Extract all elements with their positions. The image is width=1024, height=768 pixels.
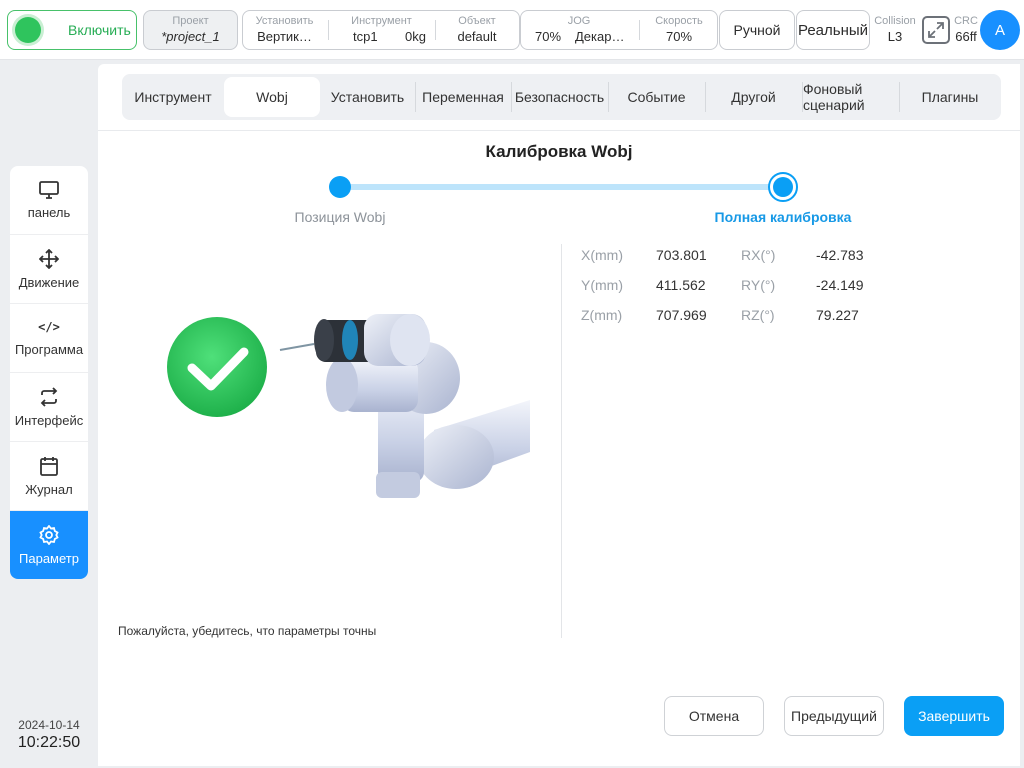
swap-icon — [40, 386, 58, 407]
gear-icon — [39, 525, 59, 545]
collision-indicator: Collision L3 — [872, 13, 918, 45]
settings-tabs-row: Инструмент Wobj Установить Переменная Бе… — [98, 64, 1020, 131]
tab-background-script[interactable]: Фоновый сценарий — [802, 74, 899, 120]
power-on-button[interactable]: Включить — [7, 10, 137, 50]
tab-other[interactable]: Другой — [705, 74, 802, 120]
config-group: Установить Вертик… Инструмент tcp1 0kg О… — [242, 10, 520, 50]
z-label: Z(mm) — [581, 307, 623, 323]
real-env-button[interactable]: Реальный — [796, 10, 870, 50]
tab-wobj[interactable]: Wobj — [224, 77, 320, 117]
object-value: default — [457, 29, 497, 44]
jog-caption: JOG — [567, 15, 591, 27]
hint-text: Пожалуйста, убедитесь, что параметры точ… — [118, 624, 377, 638]
crc-indicator: CRC 66ff — [950, 13, 982, 45]
divider — [561, 244, 562, 638]
object-caption: Объект — [458, 15, 496, 27]
sidebar-item-label: Программа — [14, 341, 84, 357]
x-value: 703.801 — [656, 247, 707, 263]
finish-button[interactable]: Завершить — [904, 696, 1004, 736]
sidebar: панель Движение </> Программа Интерфейс … — [10, 166, 88, 579]
step-1-marker — [329, 176, 351, 198]
sidebar-item-motion[interactable]: Движение — [10, 235, 88, 304]
ry-label: RY(°) — [741, 277, 776, 293]
avatar[interactable]: A — [980, 10, 1020, 50]
jog-percent: 70% — [535, 29, 562, 44]
install-value: Вертик… — [257, 29, 312, 44]
tool-weight: 0kg — [405, 29, 426, 44]
object-selector[interactable]: Объект default — [439, 11, 515, 49]
divider — [639, 20, 640, 40]
top-bar: Включить Проект *project_1 Установить Ве… — [0, 0, 1024, 60]
divider — [435, 20, 436, 40]
progress-track — [340, 184, 783, 190]
main-panel: Инструмент Wobj Установить Переменная Бе… — [98, 64, 1020, 766]
sidebar-item-label: Движение — [18, 274, 80, 290]
install-caption: Установить — [255, 15, 314, 27]
sidebar-item-label: Параметр — [19, 551, 79, 566]
crc-caption: CRC — [954, 15, 978, 27]
sidebar-item-log[interactable]: Журнал — [10, 442, 88, 511]
sidebar-item-label: панель — [27, 204, 71, 220]
cancel-button[interactable]: Отмена — [664, 696, 764, 736]
previous-button[interactable]: Предыдущий — [784, 696, 884, 736]
divider — [328, 20, 329, 40]
speed-selector[interactable]: Скорость 70% — [643, 11, 715, 49]
project-value: *project_1 — [161, 29, 220, 44]
tool-selector[interactable]: Инструмент tcp1 0kg — [333, 11, 430, 49]
expand-icon[interactable] — [922, 16, 950, 44]
tab-variable[interactable]: Переменная — [415, 74, 511, 120]
settings-tabs: Инструмент Wobj Установить Переменная Бе… — [122, 74, 1001, 120]
success-check-icon — [167, 317, 267, 417]
ry-value: -24.149 — [816, 277, 864, 293]
power-label: Включить — [68, 22, 131, 38]
step-2-marker — [768, 172, 798, 202]
speed-value: 70% — [665, 29, 693, 44]
move-arrows-icon — [39, 248, 59, 269]
install-selector[interactable]: Установить Вертик… — [247, 11, 322, 49]
motion-group: JOG 70% Декар… Скорость 70% — [520, 10, 718, 50]
robot-calibrated-illustration — [167, 314, 530, 498]
tab-event[interactable]: Событие — [608, 74, 705, 120]
collision-caption: Collision — [874, 15, 916, 27]
power-status-icon — [15, 17, 41, 43]
tool-name: tcp1 — [353, 29, 378, 44]
project-selector[interactable]: Проект *project_1 — [143, 10, 238, 50]
monitor-icon — [39, 180, 59, 199]
step-1-label: Позиция Wobj — [294, 209, 386, 225]
sidebar-item-dashboard[interactable]: панель — [10, 166, 88, 235]
tool-caption: Инструмент — [351, 15, 412, 27]
jog-selector[interactable]: JOG 70% Декар… — [525, 11, 633, 49]
date-text: 2024-10-14 — [18, 718, 80, 732]
speed-caption: Скорость — [655, 15, 703, 27]
y-label: Y(mm) — [581, 277, 623, 293]
sidebar-item-program[interactable]: </> Программа — [10, 304, 88, 373]
tab-plugins[interactable]: Плагины — [899, 74, 1001, 120]
sidebar-item-settings[interactable]: Параметр — [10, 511, 88, 579]
rx-value: -42.783 — [816, 247, 864, 263]
calendar-icon — [40, 456, 58, 476]
step-2-label: Полная калибровка — [714, 209, 852, 225]
rx-label: RX(°) — [741, 247, 776, 263]
tab-safety[interactable]: Безопасность — [511, 74, 608, 120]
sidebar-item-interface[interactable]: Интерфейс — [10, 373, 88, 442]
rz-value: 79.227 — [816, 307, 859, 323]
sidebar-item-label: Журнал — [25, 481, 73, 497]
page-title: Калибровка Wobj — [485, 142, 633, 161]
tab-tool[interactable]: Инструмент — [122, 74, 224, 120]
code-icon: </> — [38, 319, 60, 334]
manual-mode-button[interactable]: Ручной — [719, 10, 795, 50]
jog-frame: Декар… — [575, 29, 625, 44]
y-value: 411.562 — [656, 277, 706, 293]
crc-value: 66ff — [955, 29, 977, 44]
project-caption: Проект — [172, 15, 209, 27]
x-label: X(mm) — [581, 247, 623, 263]
time-text: 10:22:50 — [17, 734, 81, 751]
z-value: 707.969 — [656, 307, 707, 323]
sidebar-item-label: Интерфейс — [14, 412, 84, 428]
tab-install[interactable]: Установить — [320, 74, 415, 120]
clock: 2024-10-14 10:22:50 — [8, 718, 90, 752]
collision-value: L3 — [887, 29, 903, 44]
rz-label: RZ(°) — [741, 307, 775, 323]
